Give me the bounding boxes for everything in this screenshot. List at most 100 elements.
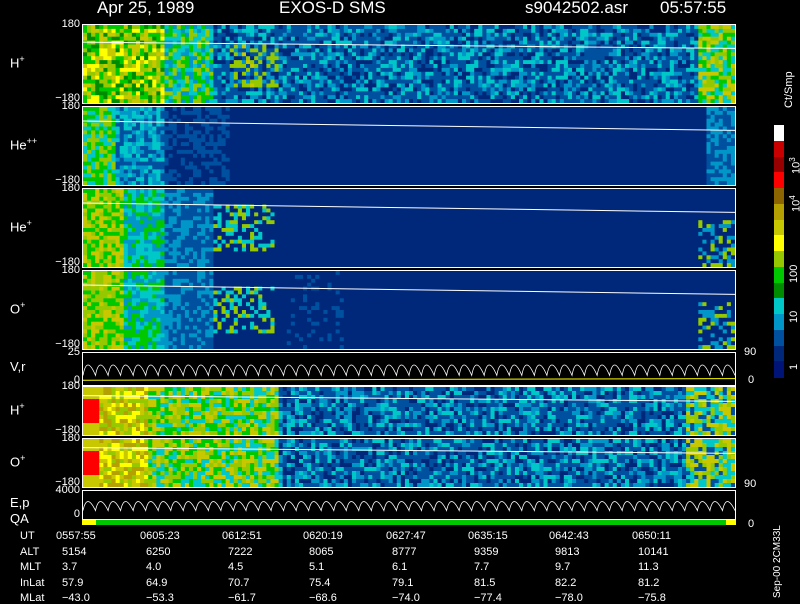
footer-value: 0642:43 [549, 530, 589, 542]
panel-label: H+ [10, 401, 25, 417]
footer-value: 81.5 [474, 577, 495, 589]
footer-value: 0635:15 [468, 530, 508, 542]
footer-value: 8065 [309, 546, 333, 558]
panel-5 [82, 386, 736, 436]
qa-bar-good [96, 520, 726, 525]
colorbar-segment [774, 220, 784, 236]
panel-0 [82, 24, 736, 104]
colorbar-tick-10: 10 [788, 311, 800, 323]
colorbar-segment [774, 251, 784, 267]
footer-value: 82.2 [555, 577, 576, 589]
footer-value: 7222 [228, 546, 252, 558]
footer-value: 5.1 [309, 561, 324, 573]
footer-value: 79.1 [392, 577, 413, 589]
colorbar-segment [774, 172, 784, 188]
colorbar-tick-100: 100 [788, 265, 800, 283]
y2-tick-top: 90 [744, 346, 756, 358]
colorbar-segment [774, 125, 784, 141]
footer-value: 0650:11 [632, 530, 671, 542]
colorbar-segment [774, 361, 784, 377]
colorbar-segment [774, 204, 784, 220]
footer-value: −68.6 [309, 592, 337, 604]
colorbar-segment [774, 267, 784, 283]
panel-6 [82, 438, 736, 488]
footer-value: −43.0 [62, 592, 90, 604]
footer-value: −77.4 [474, 592, 502, 604]
panel-label: E,p [10, 495, 30, 510]
colorbar-units: Ct/Smp [783, 71, 795, 108]
chart-title-date: Apr 25, 1989 [97, 0, 194, 18]
parameter-trace-white [83, 502, 735, 511]
chart-title-mission: EXOS-D SMS [279, 0, 386, 18]
footer-value: 6.1 [392, 561, 407, 573]
panel-1 [82, 106, 736, 186]
footer-value: 0557:55 [56, 530, 96, 542]
footer-value: 5154 [62, 546, 86, 558]
footer-value: 0612:51 [222, 530, 262, 542]
y-tick-top: 180 [62, 182, 80, 194]
footer-value: −75.8 [638, 592, 666, 604]
y2-tick-bottom: 0 [748, 518, 754, 530]
y-tick-top: 4000 [56, 484, 80, 496]
y-tick-bottom: 0 [74, 508, 80, 520]
panel-label: He++ [10, 136, 37, 152]
footer-value: −78.0 [555, 592, 583, 604]
start-time: 05:57:55 [660, 0, 726, 18]
colorbar-segment [774, 330, 784, 346]
footer-value: 64.9 [146, 577, 167, 589]
footer-value: 6250 [146, 546, 170, 558]
y-tick-top: 180 [62, 380, 80, 392]
footer-row-label: MLT [20, 561, 41, 573]
y-tick-top: 180 [62, 264, 80, 276]
footer-value: 0605:23 [140, 530, 180, 542]
qa-label: QA [10, 511, 29, 526]
footer-value: 75.4 [309, 577, 330, 589]
footer-value: 70.7 [228, 577, 249, 589]
footer-value: 9813 [555, 546, 579, 558]
panel-label: H+ [10, 54, 25, 70]
colorbar-tick-1e4: 104 [788, 195, 800, 212]
footer-value: 3.7 [62, 561, 77, 573]
panel-label: O+ [10, 300, 25, 316]
footer-value: −53.3 [146, 592, 174, 604]
colorbar-segment [774, 235, 784, 251]
parameter-trace-white [83, 365, 735, 375]
file-name: s9042502.asr [525, 0, 628, 18]
y-tick-top: 25 [68, 346, 80, 358]
y-tick-top: 180 [62, 100, 80, 112]
colorbar-segment [774, 314, 784, 330]
footer-value: 10141 [638, 546, 669, 558]
y-tick-top: 180 [62, 432, 80, 444]
footer-value: 57.9 [62, 577, 83, 589]
y-tick-top: 180 [62, 18, 80, 30]
parameter-trace-yellow [83, 379, 735, 381]
panel-3 [82, 270, 736, 350]
y2-tick-top: 90 [744, 478, 756, 490]
colorbar-segment [774, 283, 784, 299]
colorbar [774, 125, 784, 377]
footer-row-label: UT [20, 530, 35, 542]
footer-row-label: InLat [20, 577, 44, 589]
footer-value: 0627:47 [386, 530, 426, 542]
footer-value: 7.7 [474, 561, 489, 573]
footer-value: 81.2 [638, 577, 659, 589]
panel-label: V,r [10, 359, 25, 374]
colorbar-tick-1e4: 103 [788, 157, 800, 174]
panel-2 [82, 188, 736, 268]
footer-value: 0620:19 [303, 530, 343, 542]
footer-value: 11.3 [638, 561, 659, 573]
footer-value: 9.7 [555, 561, 570, 573]
panel-7 [82, 490, 736, 520]
colorbar-tick-1: 1 [788, 364, 800, 370]
colorbar-segment [774, 298, 784, 314]
footer-value: 8777 [392, 546, 416, 558]
footer-value: −74.0 [392, 592, 420, 604]
footer-value: 4.0 [146, 561, 161, 573]
footer-row-label: MLat [20, 592, 44, 604]
colorbar-segment [774, 188, 784, 204]
panel-label: He+ [10, 218, 32, 234]
footer-value: −61.7 [228, 592, 256, 604]
footer-row-label: ALT [20, 546, 39, 558]
panel-4 [82, 352, 736, 386]
y2-tick-bottom: 0 [748, 374, 754, 386]
